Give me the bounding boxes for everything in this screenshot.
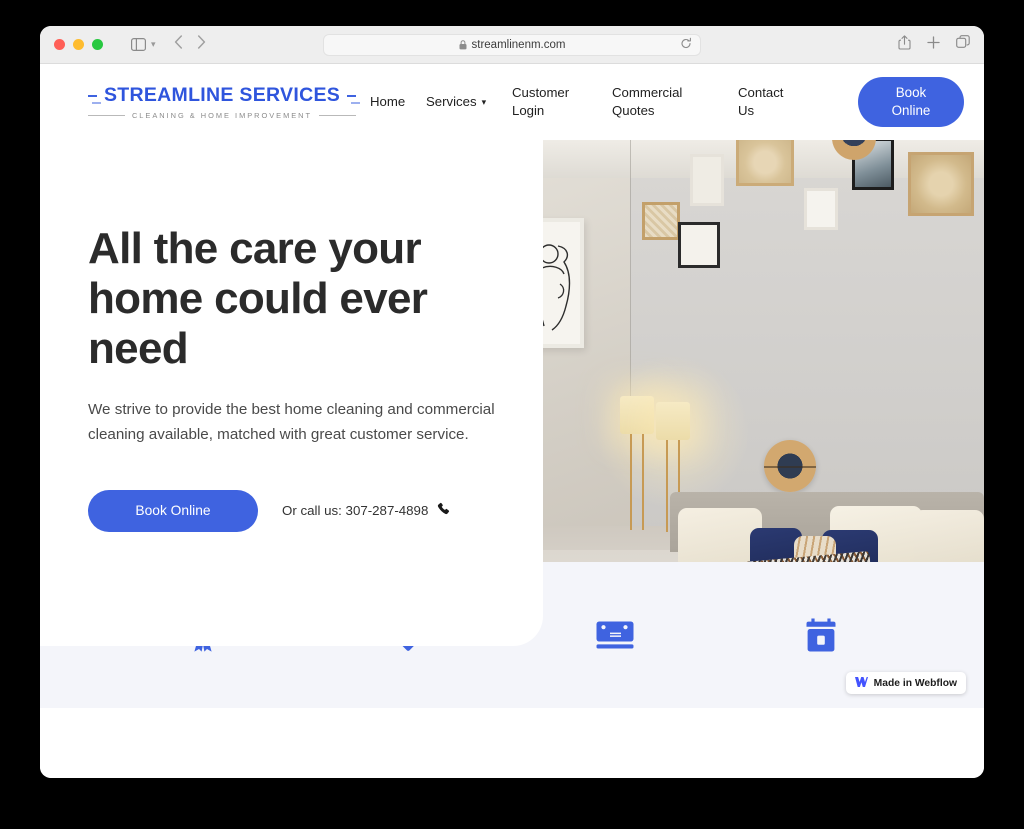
gallery-frame: [736, 140, 794, 186]
floor-lamp: [620, 396, 654, 434]
phone-text: Or call us: 307-287-4898: [282, 503, 429, 519]
woven-wall-disc: [764, 440, 816, 492]
page-title: All the care your home could ever need: [88, 224, 428, 374]
logo-tagline: CLEANING & HOME IMPROVEMENT: [131, 111, 313, 120]
sidebar-icon[interactable]: [125, 33, 151, 57]
nav-label: Home: [370, 94, 406, 110]
webflow-logo-icon: [854, 676, 868, 690]
gallery-frame: [678, 222, 720, 268]
logo-decor-line-left: [88, 94, 101, 104]
nav-label: Commercial Quotes: [612, 85, 683, 118]
primary-navigation: Home Services ▾ Customer Login Commercia…: [370, 77, 970, 127]
back-icon[interactable]: [174, 35, 183, 54]
minimize-window-button[interactable]: [73, 39, 84, 50]
new-tab-icon[interactable]: [927, 35, 940, 54]
made-in-webflow-badge[interactable]: Made in Webflow: [845, 672, 966, 694]
gallery-frame: [690, 154, 724, 206]
browser-titlebar: ▾ streamlinenm.com: [40, 26, 984, 64]
gallery-frame: [804, 188, 838, 230]
floor-lamp: [656, 402, 690, 440]
logo-subline-right: [319, 115, 357, 116]
tab-overview-icon[interactable]: [956, 35, 970, 54]
site-header: STREAMLINE SERVICES CLEANING & HOME IMPR…: [40, 64, 984, 140]
nav-item-commercial-quotes[interactable]: Commercial Quotes: [612, 84, 738, 120]
website-viewport: STREAMLINE SERVICES CLEANING & HOME IMPR…: [40, 64, 984, 778]
phone-icon: [437, 502, 451, 519]
site-logo[interactable]: STREAMLINE SERVICES CLEANING & HOME IMPR…: [88, 84, 360, 120]
nav-label: Customer Login: [512, 85, 570, 118]
credit-card-icon[interactable]: [595, 615, 635, 655]
nav-label: Contact Us: [738, 85, 784, 118]
safari-browser-window: ▾ streamlinenm.com STREAMLINE SERVICES C…: [40, 26, 984, 778]
url-text: streamlinenm.com: [471, 38, 566, 51]
lock-icon: [459, 39, 467, 50]
forward-icon[interactable]: [197, 35, 206, 54]
hero-section: All the care your home could ever need W…: [40, 140, 984, 708]
share-icon[interactable]: [898, 34, 911, 55]
logo-name: STREAMLINE SERVICES: [103, 84, 341, 106]
hero-copy: All the care your home could ever need W…: [88, 224, 518, 532]
calendar-icon[interactable]: [801, 615, 841, 655]
phone-cta[interactable]: Or call us: 307-287-4898: [282, 502, 451, 519]
nav-item-contact-us[interactable]: Contact Us: [738, 84, 820, 120]
close-window-button[interactable]: [54, 39, 65, 50]
hero-subtext: We strive to provide the best home clean…: [88, 401, 495, 444]
header-book-online-button[interactable]: Book Online: [858, 77, 964, 127]
nav-item-services[interactable]: Services ▾: [426, 93, 512, 111]
address-bar[interactable]: streamlinenm.com: [323, 33, 701, 56]
sidebar-chevron-down-icon[interactable]: ▾: [151, 39, 156, 50]
nav-item-home[interactable]: Home: [370, 93, 426, 111]
logo-decor-line-right: [347, 94, 360, 104]
desktop-background: ▾ streamlinenm.com STREAMLINE SERVICES C…: [0, 0, 1024, 829]
logo-subline-left: [88, 115, 125, 116]
chevron-down-icon: ▾: [481, 96, 487, 107]
nav-label: Services: [426, 94, 477, 110]
nav-item-customer-login[interactable]: Customer Login: [512, 84, 612, 120]
webflow-badge-text: Made in Webflow: [873, 677, 957, 689]
maximize-window-button[interactable]: [92, 39, 103, 50]
window-traffic-lights: [54, 39, 103, 50]
gallery-frame: [908, 152, 974, 216]
gallery-frame: [642, 202, 680, 240]
reload-icon[interactable]: [680, 37, 692, 52]
hero-book-online-button[interactable]: Book Online: [88, 489, 258, 532]
